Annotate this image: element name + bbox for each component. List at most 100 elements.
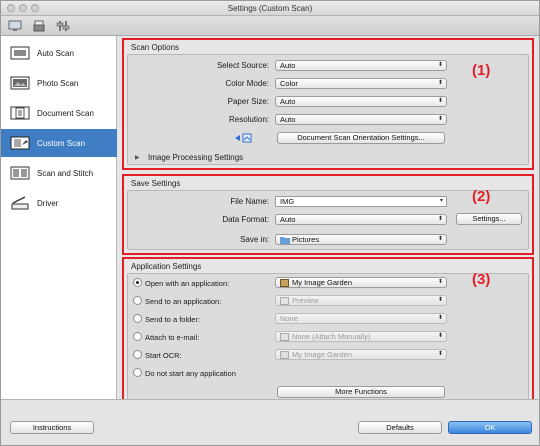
send-to-application-value: Preview bbox=[292, 296, 319, 305]
color-mode-value: Color bbox=[280, 79, 298, 88]
updown-arrows-icon: ⬍ bbox=[437, 279, 443, 285]
application-settings-group: Open with an application: My Image Garde… bbox=[127, 273, 529, 400]
send-to-application-dropdown[interactable]: Preview ⬍ bbox=[275, 295, 447, 306]
sidebar-item-custom-scan[interactable]: Custom Scan bbox=[1, 129, 117, 157]
defaults-button[interactable]: Defaults bbox=[358, 421, 442, 434]
instructions-button[interactable]: Instructions bbox=[10, 421, 94, 434]
radio-send-to-folder[interactable] bbox=[133, 314, 142, 323]
more-functions-button[interactable]: More Functions bbox=[277, 386, 445, 398]
select-source-value: Auto bbox=[280, 61, 296, 70]
data-format-label: Data Format: bbox=[222, 215, 269, 224]
file-name-value: IMG bbox=[280, 197, 295, 206]
resolution-value: Auto bbox=[280, 115, 296, 124]
sidebar-item-photo-scan[interactable]: Photo Scan bbox=[1, 69, 117, 97]
file-name-label: File Name: bbox=[230, 197, 269, 206]
data-format-dropdown[interactable]: Auto ⬍ bbox=[275, 214, 447, 225]
scan-options-title: Scan Options bbox=[131, 43, 180, 52]
open-with-application-label[interactable]: Open with an application: bbox=[145, 279, 229, 288]
scan-stitch-icon bbox=[10, 165, 30, 181]
color-mode-dropdown[interactable]: Color ⬍ bbox=[275, 78, 447, 89]
minimize-window-button[interactable] bbox=[19, 4, 27, 12]
preview-app-icon bbox=[280, 297, 289, 307]
attach-to-email-dropdown[interactable]: None (Attach Manually) ⬍ bbox=[275, 331, 447, 342]
sidebar-item-label: Driver bbox=[37, 198, 59, 208]
settings-window: Settings (Custom Scan) Auto Scan Photo S… bbox=[0, 0, 540, 446]
save-in-value: Pictures bbox=[292, 235, 320, 244]
send-to-folder-value: None bbox=[280, 314, 298, 323]
do-not-start-application-label[interactable]: Do not start any application bbox=[145, 369, 236, 378]
callout-3: (3) bbox=[472, 271, 491, 288]
updown-arrows-icon: ⬍ bbox=[437, 236, 443, 242]
sidebar-item-scan-and-stitch[interactable]: Scan and Stitch bbox=[1, 159, 117, 187]
paper-size-value: Auto bbox=[280, 97, 296, 106]
driver-icon bbox=[10, 195, 30, 211]
close-window-button[interactable] bbox=[7, 4, 15, 12]
attach-to-email-value: None (Attach Manually) bbox=[292, 332, 371, 341]
sidebar-item-label: Photo Scan bbox=[37, 78, 79, 88]
paper-size-dropdown[interactable]: Auto ⬍ bbox=[275, 96, 447, 107]
scan-options-group: Select Source: Auto ⬍ Color Mode: Color ⬍ … bbox=[127, 54, 529, 165]
sidebar-item-label: Document Scan bbox=[37, 108, 94, 118]
send-to-folder-dropdown[interactable]: None ⬍ bbox=[275, 313, 447, 324]
start-ocr-dropdown[interactable]: My Image Garden ⬍ bbox=[275, 349, 447, 360]
updown-arrows-icon: ⬍ bbox=[437, 98, 443, 104]
attach-to-email-label[interactable]: Attach to e-mail: bbox=[145, 333, 199, 342]
window-title: Settings (Custom Scan) bbox=[227, 4, 313, 13]
sidebar-item-label: Custom Scan bbox=[37, 138, 86, 148]
radio-attach-to-email[interactable] bbox=[133, 332, 142, 341]
toolbar bbox=[1, 16, 539, 36]
scan-options-highlight: Scan Options Select Source: Auto ⬍ Color … bbox=[122, 38, 534, 170]
radio-start-ocr[interactable] bbox=[133, 350, 142, 359]
title-bar: Settings (Custom Scan) bbox=[1, 1, 539, 16]
scan-from-computer-icon[interactable] bbox=[8, 19, 22, 32]
resolution-dropdown[interactable]: Auto ⬍ bbox=[275, 114, 447, 125]
select-source-dropdown[interactable]: Auto ⬍ bbox=[275, 60, 447, 71]
resolution-label: Resolution: bbox=[228, 115, 269, 124]
updown-arrows-icon: ⬍ bbox=[437, 216, 443, 222]
disclosure-triangle-icon[interactable]: ▶ bbox=[135, 154, 140, 161]
folder-icon bbox=[280, 236, 290, 246]
save-in-dropdown[interactable]: Pictures ⬍ bbox=[275, 234, 447, 245]
dropdown-arrow-icon: ▾ bbox=[439, 198, 443, 204]
app-icon bbox=[280, 351, 289, 361]
sidebar: Auto Scan Photo Scan Document Scan Custo… bbox=[1, 36, 117, 399]
send-to-application-label[interactable]: Send to an application: bbox=[145, 297, 221, 306]
data-format-settings-button[interactable]: Settings... bbox=[456, 213, 522, 225]
image-processing-settings-label[interactable]: Image Processing Settings bbox=[148, 153, 243, 162]
photo-scan-icon bbox=[10, 75, 30, 91]
select-source-label: Select Source: bbox=[216, 61, 269, 70]
document-scan-orientation-button[interactable]: Document Scan Orientation Settings... bbox=[277, 132, 445, 144]
radio-open-with-application[interactable] bbox=[133, 278, 142, 287]
ok-button[interactable]: OK bbox=[448, 421, 532, 434]
auto-scan-icon bbox=[10, 45, 30, 61]
updown-arrows-icon: ⬍ bbox=[437, 333, 443, 339]
radio-send-to-application[interactable] bbox=[133, 296, 142, 305]
open-with-application-value: My Image Garden bbox=[292, 278, 353, 287]
data-format-value: Auto bbox=[280, 215, 296, 224]
save-settings-highlight: Save Settings File Name: IMG ▾ Data Forma… bbox=[122, 174, 534, 255]
application-settings-title: Application Settings bbox=[131, 262, 202, 271]
sidebar-item-document-scan[interactable]: Document Scan bbox=[1, 99, 117, 127]
sidebar-item-driver[interactable]: Driver bbox=[1, 189, 117, 217]
file-name-combobox[interactable]: IMG ▾ bbox=[275, 196, 447, 207]
app-icon bbox=[280, 279, 289, 289]
updown-arrows-icon: ⬍ bbox=[437, 315, 443, 321]
paper-size-label: Paper Size: bbox=[227, 97, 269, 106]
orientation-icon bbox=[234, 133, 252, 143]
save-settings-group: File Name: IMG ▾ Data Format: Auto ⬍ Setti… bbox=[127, 190, 529, 250]
zoom-window-button[interactable] bbox=[31, 4, 39, 12]
open-with-application-dropdown[interactable]: My Image Garden ⬍ bbox=[275, 277, 447, 288]
scan-from-operation-panel-icon[interactable] bbox=[32, 19, 46, 32]
sidebar-item-label: Scan and Stitch bbox=[37, 168, 94, 178]
updown-arrows-icon: ⬍ bbox=[437, 297, 443, 303]
updown-arrows-icon: ⬍ bbox=[437, 62, 443, 68]
updown-arrows-icon: ⬍ bbox=[437, 80, 443, 86]
send-to-folder-label[interactable]: Send to a folder: bbox=[145, 315, 200, 324]
sidebar-item-auto-scan[interactable]: Auto Scan bbox=[1, 39, 117, 67]
radio-do-not-start-application[interactable] bbox=[133, 368, 142, 377]
general-settings-icon[interactable] bbox=[56, 19, 70, 32]
start-ocr-label[interactable]: Start OCR: bbox=[145, 351, 182, 360]
save-in-label: Save in: bbox=[240, 235, 269, 244]
mail-app-icon bbox=[280, 333, 289, 343]
document-scan-icon bbox=[10, 105, 30, 121]
